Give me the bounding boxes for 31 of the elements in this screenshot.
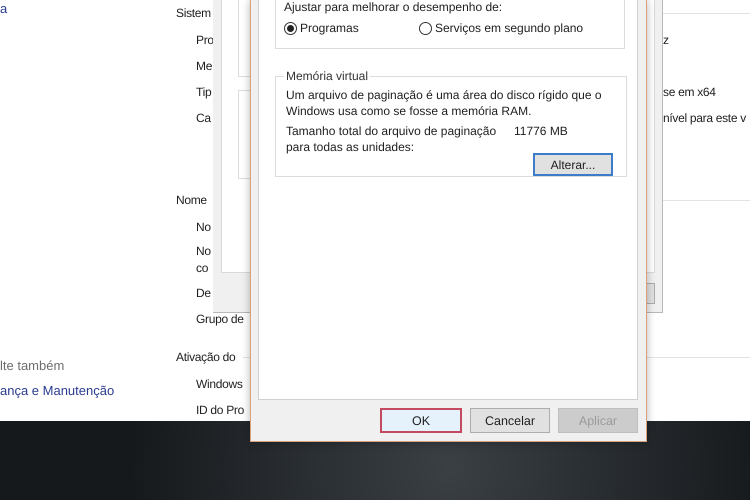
see-also-heading: lte também bbox=[0, 357, 66, 375]
section-heading: Sistem bbox=[176, 6, 211, 20]
group-title: Memória virtual bbox=[285, 69, 370, 83]
radio-option[interactable]: Serviços em segundo plano bbox=[419, 20, 584, 36]
info-label: No co bbox=[196, 243, 211, 277]
info-label: No bbox=[196, 219, 211, 236]
info-label: Ca bbox=[196, 110, 211, 127]
section-heading: Nome bbox=[176, 193, 207, 207]
size-label: Tamanho total do arquivo de paginação para todas as unidades: bbox=[286, 123, 498, 155]
info-value: z bbox=[663, 32, 670, 49]
radio-option[interactable]: Programas bbox=[284, 20, 419, 36]
group-label: Ajustar para melhorar o desempenho de: bbox=[284, 0, 502, 14]
dialog-button[interactable]: Cancelar bbox=[470, 408, 550, 433]
radio-button[interactable] bbox=[419, 22, 432, 34]
info-label: Pro bbox=[196, 32, 214, 49]
info-value: nível para este v bbox=[663, 110, 748, 127]
section-heading: Ativação do bbox=[176, 350, 236, 364]
info-label: De bbox=[196, 285, 211, 302]
size-value: 11776 MB bbox=[514, 123, 568, 140]
info-value: se em x64 bbox=[663, 84, 717, 101]
dialog-button[interactable]: OK bbox=[380, 408, 462, 433]
info-label: Tip bbox=[196, 84, 212, 101]
description-text: Um arquivo de paginação é uma área do disco rígido que o Windows usa como se fosse a memória RAM. bbox=[286, 87, 603, 119]
info-label: Windows bbox=[196, 376, 243, 393]
sidebar-link[interactable]: a bbox=[0, 0, 176, 18]
info-label: ID do Pro bbox=[196, 402, 244, 419]
info-label: Me bbox=[196, 58, 212, 75]
radio-button[interactable] bbox=[284, 22, 297, 34]
sidebar-link[interactable]: ança e Manutenção bbox=[0, 382, 176, 400]
info-label: Grupo de bbox=[196, 311, 244, 328]
change-button[interactable]: Alterar... bbox=[533, 153, 613, 176]
